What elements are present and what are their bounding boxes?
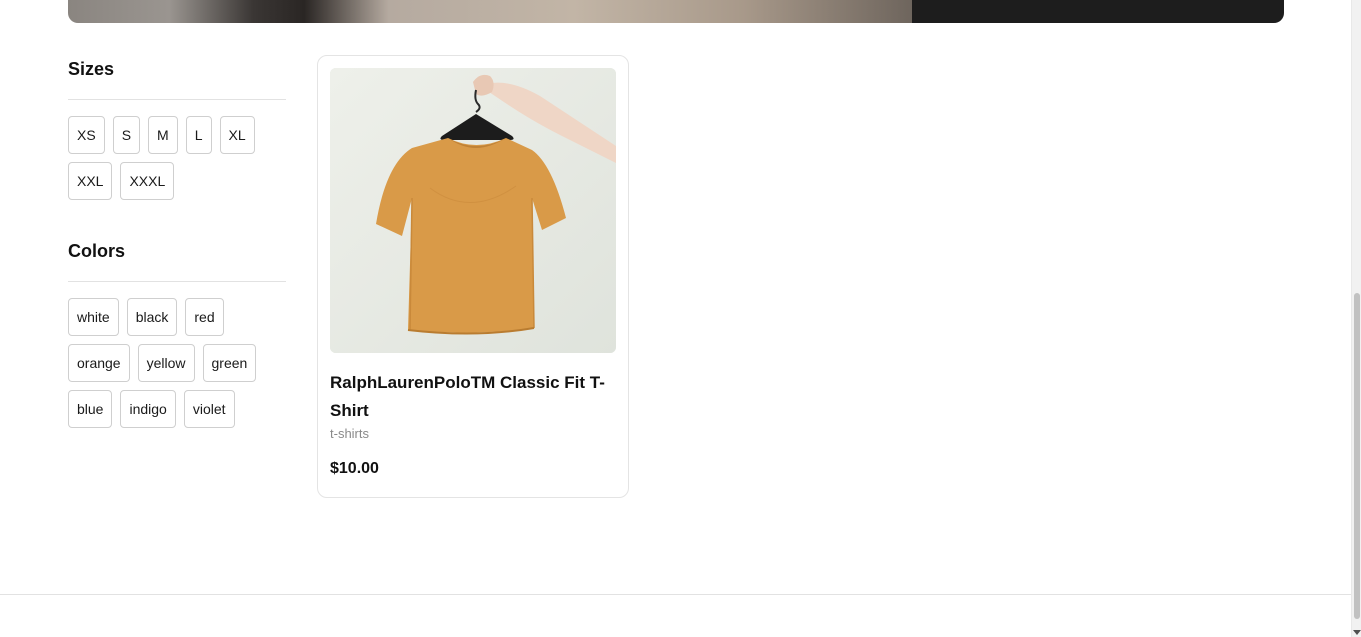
filters-sidebar: Sizes XS S M L XL XXL XXXL Colors white black re… [68, 56, 286, 428]
product-category: t-shirts [330, 426, 369, 441]
size-chip[interactable]: XXXL [120, 162, 175, 200]
size-chip[interactable]: S [112, 116, 141, 154]
color-chip[interactable]: indigo [120, 390, 176, 428]
sizes-filter: Sizes XS S M L XL XXL XXXL [68, 56, 286, 200]
color-chip[interactable]: yellow [137, 344, 195, 382]
product-price: $10.00 [330, 460, 379, 477]
product-image[interactable] [330, 68, 616, 353]
hero-panel [912, 0, 1284, 23]
color-chip[interactable]: green [202, 344, 257, 382]
size-chip[interactable]: XL [219, 116, 255, 154]
colors-divider [68, 281, 286, 282]
color-chip[interactable]: black [126, 298, 178, 336]
color-options: white black red orange yellow green blue indigo… [68, 298, 286, 428]
t-shirt-on-hanger-image [330, 68, 616, 353]
sizes-divider [68, 99, 286, 100]
color-chip[interactable]: blue [68, 390, 113, 428]
hero-image [68, 0, 912, 23]
vertical-scrollbar[interactable] [1351, 0, 1361, 637]
size-chip[interactable]: XS [68, 116, 105, 154]
size-chip[interactable]: XXL [68, 162, 113, 200]
hero-banner [68, 0, 1284, 23]
colors-title: Colors [68, 241, 126, 261]
product-name[interactable]: RalphLaurenPoloTM Classic Fit T-Shirt [330, 369, 616, 425]
scroll-down-arrow-icon[interactable] [1353, 630, 1361, 635]
color-chip[interactable]: red [185, 298, 224, 336]
sizes-title: Sizes [68, 59, 115, 79]
size-chip[interactable]: M [148, 116, 178, 154]
product-card[interactable]: RalphLaurenPoloTM Classic Fit T-Shirt t-… [317, 55, 629, 498]
size-options: XS S M L XL XXL XXXL [68, 116, 286, 200]
scrollbar-thumb[interactable] [1354, 293, 1360, 619]
footer-divider [0, 594, 1351, 595]
color-chip[interactable]: orange [68, 344, 130, 382]
colors-filter: Colors white black red orange yellow green blu… [68, 238, 286, 428]
size-chip[interactable]: L [185, 116, 212, 154]
color-chip[interactable]: white [68, 298, 119, 336]
color-chip[interactable]: violet [183, 390, 235, 428]
